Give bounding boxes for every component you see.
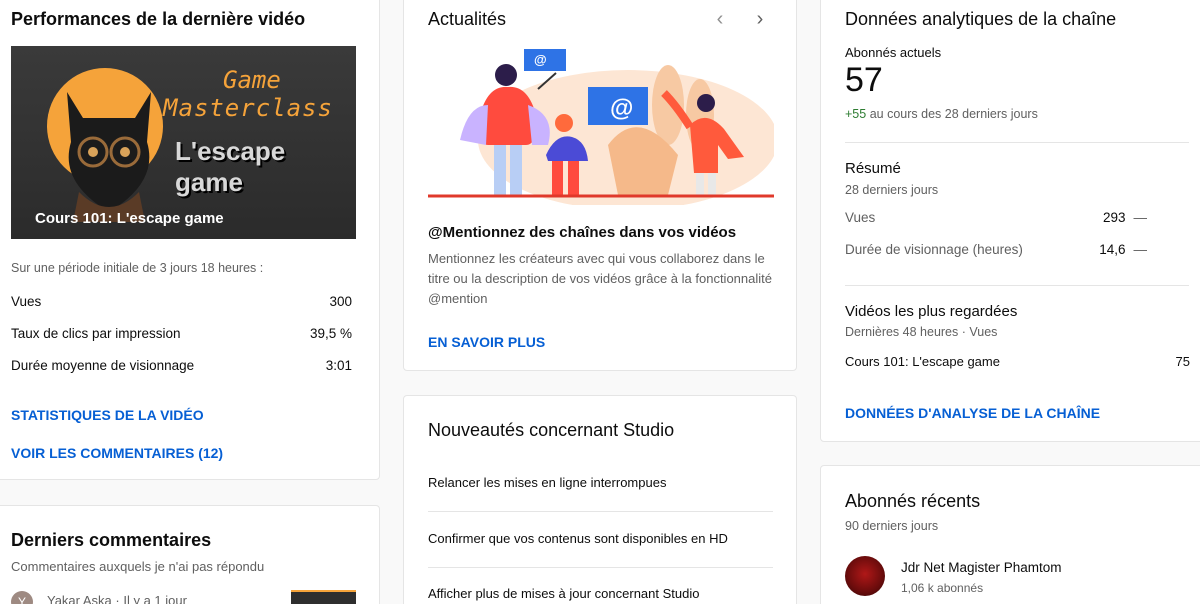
stat-row-views: Vues 300	[11, 294, 352, 309]
thumbnail-text-escape: L'escape game	[175, 136, 286, 197]
avatar[interactable]	[845, 556, 885, 596]
divider	[428, 567, 773, 568]
comments-card: Derniers commentaires Commentaires auxqu…	[0, 505, 380, 604]
view-comments-link[interactable]: VOIR LES COMMENTAIRES (12)	[11, 445, 223, 461]
studio-updates-title: Nouveautés concernant Studio	[428, 420, 675, 440]
chevron-left-icon[interactable]: ‹	[710, 9, 730, 29]
current-subscribers-value: 57	[845, 61, 883, 99]
summary-row-watch-time: Durée de visionnage (heures) 14,6—	[845, 242, 1147, 257]
stat-row-avg-duration: Durée moyenne de visionnage 3:01	[11, 358, 352, 373]
studio-update-item[interactable]: Confirmer que vos contenus sont disponib…	[428, 531, 728, 546]
period-label: Sur une période initiale de 3 jours 18 h…	[11, 261, 264, 275]
subscribers-delta-value: +55	[845, 107, 867, 121]
latest-video-title: Performances de la dernière vidéo	[11, 9, 306, 29]
divider	[428, 511, 773, 512]
studio-update-item[interactable]: Relancer les mises en ligne interrompues	[428, 475, 666, 490]
top-videos-period: Dernières 48 heures · Vues	[845, 325, 998, 339]
news-body: Mentionnez les créateurs avec qui vous c…	[428, 251, 772, 306]
summary-row-views: Vues 293—	[845, 210, 1147, 225]
studio-updates-card: Nouveautés concernant Studio Relancer le…	[403, 395, 797, 604]
chevron-right-icon[interactable]: ›	[750, 9, 770, 29]
top-video-row[interactable]: Cours 101: L'escape game 75	[845, 354, 1190, 369]
subscribers-delta-text: au cours des 28 derniers jours	[869, 107, 1038, 121]
cat-icon	[67, 92, 151, 222]
subscriber-count: 1,06 k abonnés	[901, 581, 984, 595]
recent-subscribers-period: 90 derniers jours	[845, 519, 939, 533]
summary-period: 28 derniers jours	[845, 183, 939, 197]
learn-more-link[interactable]: EN SAVOIR PLUS	[428, 334, 545, 350]
news-headline[interactable]: @Mentionnez des chaînes dans vos vidéos	[428, 224, 736, 241]
studio-update-item[interactable]: Afficher plus de mises à jour concernant…	[428, 586, 699, 601]
stat-row-ctr: Taux de clics par impression 39,5 %	[11, 326, 352, 341]
divider	[845, 285, 1189, 286]
subscriber-name[interactable]: Jdr Net Magister Phamtom	[901, 560, 1062, 575]
summary-title: Résumé	[845, 160, 901, 177]
latest-video-card: Performances de la dernière vidéo Game M…	[0, 0, 380, 480]
comments-subtitle: Commentaires auxquels je n'ai pas répond…	[11, 559, 265, 574]
current-subscribers-label: Abonnés actuels	[845, 45, 942, 60]
at-icon-large: @	[610, 95, 634, 122]
divider	[845, 142, 1189, 143]
recent-subscribers-title: Abonnés récents	[845, 491, 981, 511]
at-icon-small: @	[534, 52, 547, 67]
video-thumbnail[interactable]: Game Masterclass L'escape game Cours 101…	[11, 46, 356, 239]
channel-analytics-link[interactable]: DONNÉES D'ANALYSE DE LA CHAÎNE	[845, 405, 1100, 421]
video-stats-link[interactable]: STATISTIQUES DE LA VIDÉO	[11, 407, 204, 423]
comment-author[interactable]: Yakar Aska · Il y a 1 jour	[47, 593, 187, 604]
subscribers-delta: +55 au cours des 28 derniers jours	[845, 107, 1038, 121]
top-videos-title: Vidéos les plus regardées	[845, 303, 1018, 320]
recent-subscribers-card: Abonnés récents 90 derniers jours Jdr Ne…	[820, 465, 1200, 604]
channel-analytics-card: Données analytiques de la chaîne Abonnés…	[820, 0, 1200, 442]
thumbnail-video-title: Cours 101: L'escape game	[35, 210, 224, 227]
thumbnail-text-game: Game	[223, 66, 281, 94]
news-card: Actualités ‹ › @ @ @Mentionnez des chaîn…	[403, 0, 797, 371]
thumbnail-text-masterclass: Masterclass	[163, 94, 333, 122]
avatar[interactable]: Y	[11, 591, 33, 604]
news-title: Actualités	[428, 9, 507, 29]
comments-title: Derniers commentaires	[11, 530, 212, 550]
comment-video-thumbnail[interactable]	[291, 590, 356, 604]
news-illustration	[428, 49, 774, 205]
analytics-title: Données analytiques de la chaîne	[845, 9, 1117, 29]
